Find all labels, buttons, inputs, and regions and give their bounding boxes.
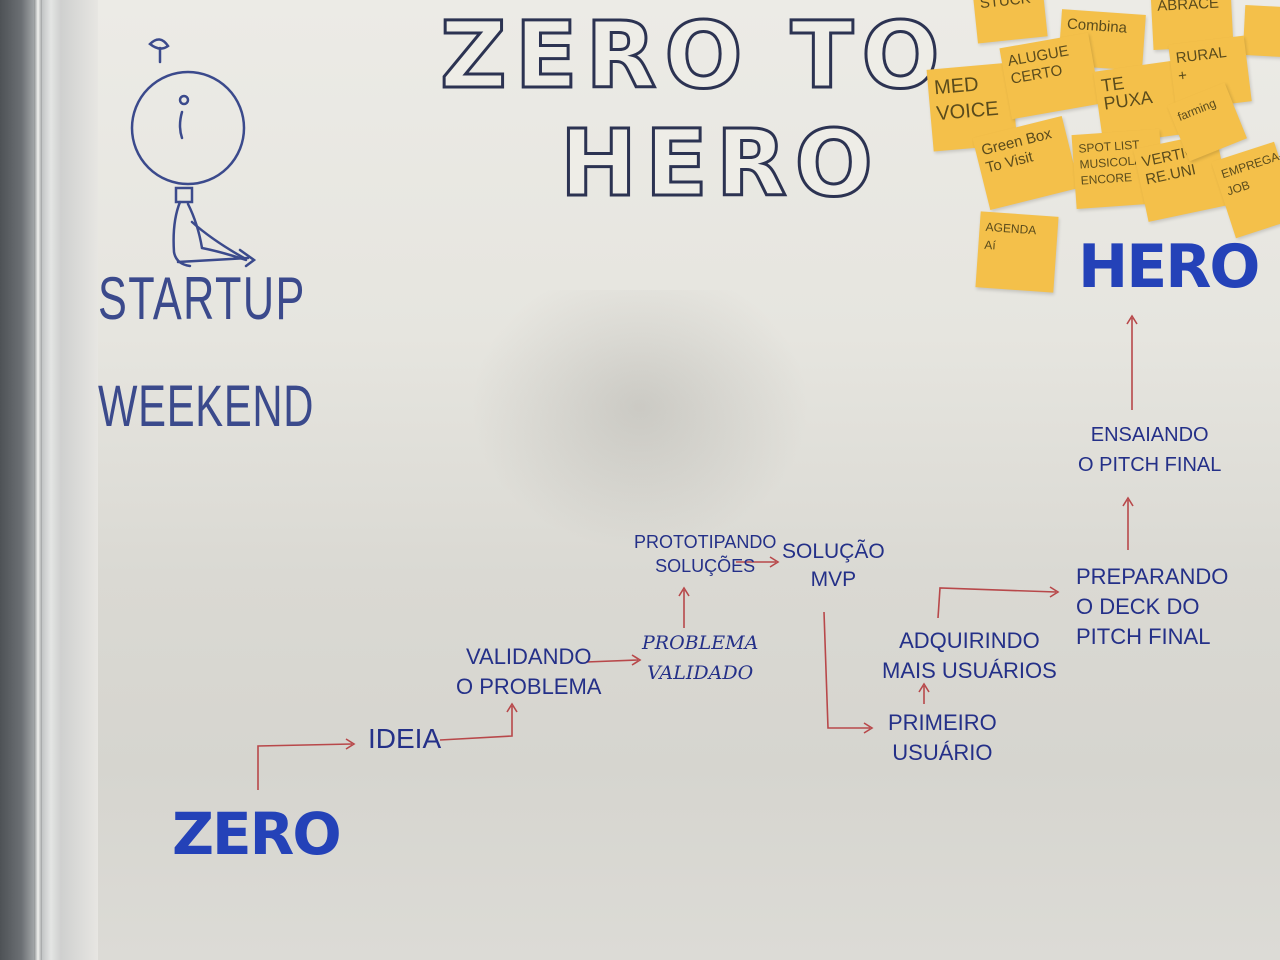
step-validando-problema: VALIDANDO O PROBLEMA [456, 644, 602, 699]
step-prototipando-solucoes: PROTOTIPANDO SOLUÇÕES [634, 532, 777, 576]
arrow-adquirindo-to-preparando [937, 587, 1057, 619]
step-primeiro-usuario: PRIMEIRO USUÁRIO [888, 710, 997, 765]
step-ideia: IDEIA [368, 723, 442, 754]
step-preparando-deck: PREPARANDO O DECK DO PITCH FINAL [1076, 564, 1229, 649]
step-problema-validado: PROBLEMA VALIDADO [642, 632, 759, 684]
hero-label: HERO [1078, 232, 1260, 302]
arrow-solucao-to-primeiro [823, 611, 870, 729]
step-solucao-mvp: SOLUÇÃO MVP [782, 540, 885, 591]
zero-label: ZERO [172, 800, 342, 868]
arrow-ideia-to-validando [439, 706, 513, 741]
step-adquirindo-usuarios: ADQUIRINDO MAIS USUÁRIOS [882, 628, 1057, 683]
step-ensaiando-pitch: ENSAIANDO O PITCH FINAL [1078, 424, 1222, 476]
arrow-zero-to-ideia [257, 743, 353, 790]
